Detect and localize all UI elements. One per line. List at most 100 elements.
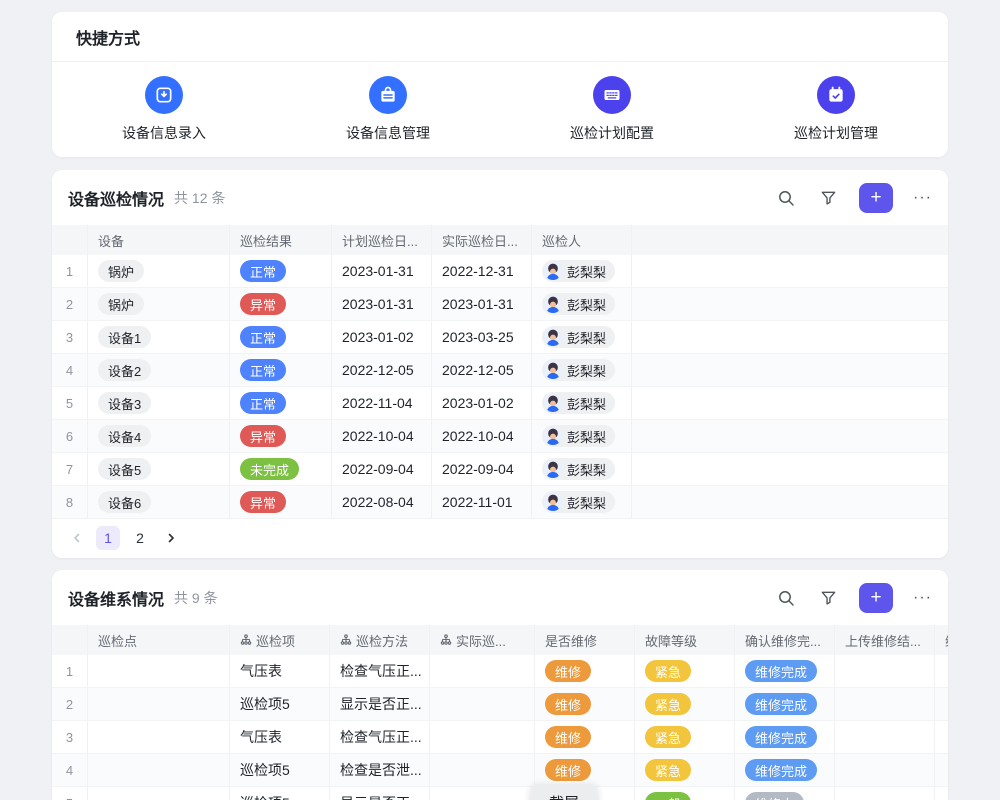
search-icon[interactable] [775,187,797,209]
more-options-icon[interactable]: ··· [913,589,932,607]
level-badge: 紧急 [645,726,691,748]
table-row[interactable]: 2 巡检项5 显示是否正... 维修 紧急 维修完成 [52,688,948,721]
avatar [544,328,562,346]
device-tag: 设备3 [98,392,151,414]
point-cell [88,787,230,800]
col-repair[interactable]: 是否维修 [535,625,635,655]
pagination: 1 2 [52,519,948,557]
avatar [544,394,562,412]
table-row[interactable]: 5 巡检项5 显示是否正... 维修 一般 维修中 [52,787,948,800]
upload-cell [835,787,935,800]
actual-date: 2023-03-25 [432,321,532,353]
device-tag: 锅炉 [98,260,144,282]
actual-date: 2023-01-31 [432,288,532,320]
method-cell: 检查是否泄... [330,754,430,786]
table-row[interactable]: 1 锅炉 正常 2023-01-31 2022-12-31 彭梨梨 [52,255,948,288]
maintenance-title: 设备维系情况 [68,586,164,610]
col-inspector[interactable]: 巡检人 [532,225,632,255]
shortcut-label: 设备信息录入 [122,123,206,143]
shortcut-device-entry[interactable]: 设备信息录入 [52,62,276,156]
shortcuts-card: 快捷方式 设备信息录入 设备信息管理 [52,12,948,157]
repair-badge: 维修 [545,660,591,682]
inspector-chip: 彭梨梨 [542,359,615,381]
page-2-button[interactable]: 2 [128,526,152,550]
col-cutoff[interactable]: 维... [935,625,948,655]
inspector-chip: 彭梨梨 [542,392,615,414]
table-row[interactable]: 6 设备4 异常 2022-10-04 2022-10-04 彭梨梨 [52,420,948,453]
table-row[interactable]: 3 气压表 检查气压正... 维修 紧急 维修完成 [52,721,948,754]
row-number: 4 [52,354,88,386]
device-tag: 设备5 [98,458,151,480]
confirm-badge: 维修中 [745,792,804,800]
shortcut-plan-config[interactable]: 巡检计划配置 [500,62,724,156]
add-record-button[interactable]: + [859,583,893,613]
actual-date: 2022-12-05 [432,354,532,386]
shortcut-plan-manage[interactable]: 巡检计划管理 [724,62,948,156]
planned-date: 2022-10-04 [332,420,432,452]
row-number: 5 [52,387,88,419]
col-result[interactable]: 巡检结果 [230,225,332,255]
table-row[interactable]: 7 设备5 未完成 2022-09-04 2022-09-04 彭梨梨 [52,453,948,486]
col-confirm[interactable]: 确认维修完... [735,625,835,655]
table-row[interactable]: 3 设备1 正常 2023-01-02 2023-03-25 彭梨梨 [52,321,948,354]
avatar [544,262,562,280]
page-1-button[interactable]: 1 [96,526,120,550]
actual-cell [430,721,535,753]
more-options-icon[interactable]: ··· [913,189,932,207]
upload-cell [835,688,935,720]
table-row[interactable]: 4 巡检项5 检查是否泄... 维修 紧急 维修完成 [52,754,948,787]
col-item[interactable]: 巡检项 [230,625,330,655]
actual-cell [430,655,535,687]
search-icon[interactable] [775,587,797,609]
form-entry-icon [145,76,183,114]
table-row[interactable]: 2 锅炉 异常 2023-01-31 2023-01-31 彭梨梨 [52,288,948,321]
avatar [544,493,562,511]
table-row[interactable]: 1 气压表 检查气压正... 维修 紧急 维修完成 [52,655,948,688]
row-number: 4 [52,754,88,786]
inspection-card-header: 设备巡检情况 共 12 条 + ··· [52,170,948,225]
repair-badge: 维修 [545,759,591,781]
item-cell: 巡检项5 [230,688,330,720]
planned-date: 2023-01-31 [332,288,432,320]
inspection-title: 设备巡检情况 [68,186,164,210]
inspector-chip: 彭梨梨 [542,425,615,447]
col-point[interactable]: 巡检点 [88,625,230,655]
table-row[interactable]: 5 设备3 正常 2022-11-04 2023-01-02 彭梨梨 [52,387,948,420]
table-row[interactable]: 4 设备2 正常 2022-12-05 2022-12-05 彭梨梨 [52,354,948,387]
result-badge: 正常 [240,359,286,381]
col-level[interactable]: 故障等级 [635,625,735,655]
add-record-button[interactable]: + [859,183,893,213]
maintenance-card-header: 设备维系情况 共 9 条 + ··· [52,570,948,625]
table-row[interactable]: 8 设备6 异常 2022-08-04 2022-11-01 彭梨梨 [52,486,948,519]
planned-date: 2023-01-02 [332,321,432,353]
inspector-chip: 彭梨梨 [542,326,615,348]
shortcut-device-manage[interactable]: 设备信息管理 [276,62,500,156]
confirm-badge: 维修完成 [745,660,817,682]
filter-icon[interactable] [817,187,839,209]
shortcuts-title: 快捷方式 [52,12,948,62]
maintenance-card: 设备维系情况 共 9 条 + ··· 巡检点 巡检项 巡检方法 实际巡... 是… [52,570,948,800]
maintenance-count: 共 9 条 [174,588,218,608]
row-number: 1 [52,255,88,287]
method-cell: 显示是否正... [330,787,430,800]
prev-page-icon[interactable] [66,527,88,549]
col-actual-date[interactable]: 实际巡检日... [432,225,532,255]
shortcuts-row: 设备信息录入 设备信息管理 巡检计划配置 [52,62,948,156]
col-method[interactable]: 巡检方法 [330,625,430,655]
col-actual[interactable]: 实际巡... [430,625,535,655]
shortcut-label: 巡检计划配置 [570,123,654,143]
col-planned-date[interactable]: 计划巡检日... [332,225,432,255]
maintenance-table-header: 巡检点 巡检项 巡检方法 实际巡... 是否维修 故障等级 确认维修完... 上… [52,625,948,655]
col-upload[interactable]: 上传维修结... [835,625,935,655]
upload-cell [835,754,935,786]
upload-cell [835,655,935,687]
repair-badge: 维修 [545,693,591,715]
point-cell [88,754,230,786]
actual-date: 2022-09-04 [432,453,532,485]
result-badge: 异常 [240,425,286,447]
col-device[interactable]: 设备 [88,225,230,255]
row-number: 3 [52,321,88,353]
next-page-icon[interactable] [160,527,182,549]
actual-cell [430,688,535,720]
filter-icon[interactable] [817,587,839,609]
